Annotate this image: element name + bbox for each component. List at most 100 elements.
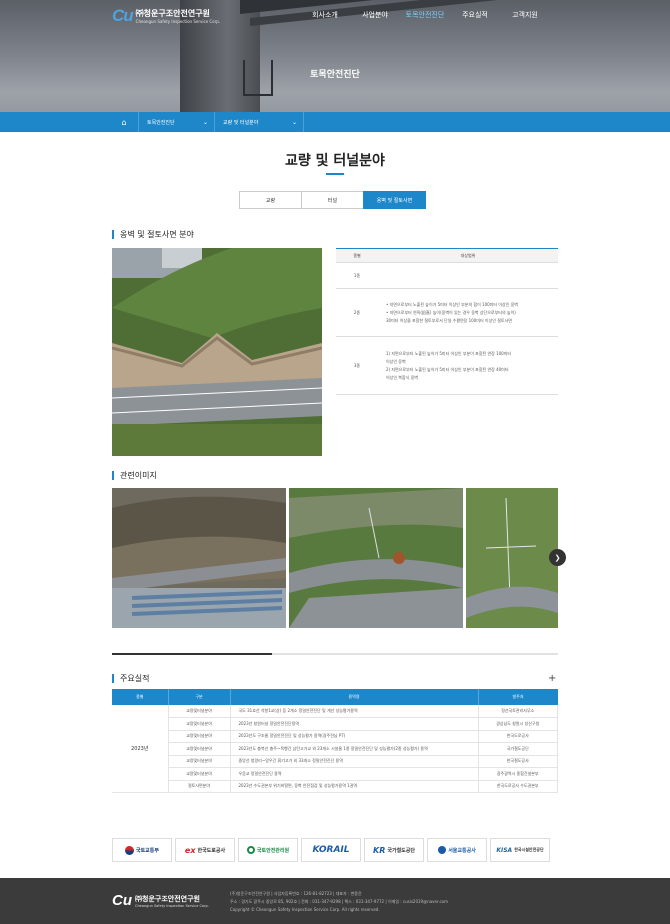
perf-header-name: 용역명 (230, 689, 479, 705)
grade-cell: 3종 (336, 336, 378, 395)
scope-line: 2) 지면으로부터 노출된 높이가 5미터 이상인 부분이 포함된 연장 40미… (386, 366, 509, 372)
type-cell: 교량및터널분야 (168, 742, 231, 756)
table-row: 3종 1) 지면으로부터 노출된 높이가 5미터 이상인 부분이 포함된 연장 … (336, 336, 558, 395)
nav-item-business[interactable]: 사업분야 (350, 10, 400, 20)
year-cell: 2023년 (112, 705, 169, 793)
project-name-cell: 2023년도 구조물 정밀안전진단 및 성능평가 용역(광주전남 P7) (230, 730, 479, 743)
client-cell: 경상남도 창원시 성산구청 (478, 717, 558, 731)
nav-item-support[interactable]: 고객지원 (500, 10, 550, 20)
client-cell: 한국도로공사 수도권본부 (478, 780, 558, 793)
tab-retaining-wall[interactable]: 옹벽 및 절토사면 (363, 191, 426, 209)
kistec-icon: KISA (496, 846, 513, 854)
client-cell: 한국도로공사 (478, 730, 558, 743)
logo-eng: Cheongun Safety Inspection Service Corp. (135, 19, 221, 24)
section-heading-performance: 주요실적 (112, 674, 149, 683)
footer-copyright: Copyright © Cheongun Safety Inspection S… (230, 907, 380, 912)
client-cell: 정선국토관리사무소 (478, 705, 558, 718)
nav-item-performance[interactable]: 주요실적 (450, 10, 500, 20)
partner-kr[interactable]: KR 국가철도공단 (364, 838, 424, 862)
project-name-cell: 2023년 창원터널 정밀안전진단용역 (230, 717, 479, 731)
type-cell: 교량및터널분야 (168, 767, 231, 781)
scope-line: • 지면으로부터 노출된 높이가 5미터 이상인 부분의 합이 100미터 이상… (386, 301, 518, 307)
grade-cell: 2종 (336, 288, 378, 337)
breadcrumb-level2-label: 교량 및 터널분야 (223, 119, 259, 126)
partner-label: 국토교통부 (135, 847, 159, 854)
partner-label: 서울교통공사 (448, 847, 476, 854)
table-row: 교량및터널분야 2023년 창원터널 정밀안전진단용역 경상남도 창원시 성산구… (112, 717, 558, 731)
partner-label: 국토안전관리원 (256, 847, 290, 854)
table-row: 교량및터널분야 2023년도 구조물 정밀안전진단 및 성능평가 용역(광주전남… (112, 730, 558, 743)
footer-company-line: (주)청운구조안전연구원 | 사업자등록번호 : 126-81-82723 | … (230, 891, 362, 896)
table-header-scope: 대상범위 (378, 248, 558, 263)
client-cell: 광주광역시 종합건설본부 (478, 767, 558, 781)
partner-kistec[interactable]: KISA 한국시설안전공단 (490, 838, 550, 862)
client-cell: 한국철도공사 (478, 755, 558, 768)
scope-line: 이상인 복합식 옹벽 (386, 374, 418, 380)
scope-cell: • 지면으로부터 노출된 높이가 5미터 이상인 부분의 합이 100미터 이상… (378, 288, 558, 337)
type-cell: 교량및터널분야 (168, 717, 231, 731)
table-row: 교량및터널분야 우음교 정밀안전진단 용역 광주광역시 종합건설본부 (112, 767, 558, 781)
table-header-grade: 종별 (336, 248, 378, 263)
chevron-down-icon: ⌄ (202, 118, 208, 126)
retaining-wall-photo (112, 248, 322, 456)
gallery-next-button[interactable]: ❯ (549, 549, 566, 566)
perf-header-client: 발주처 (478, 689, 558, 705)
partner-seoul-metro[interactable]: 서울교통공사 (427, 838, 487, 862)
taegeuk-icon (124, 845, 134, 855)
logo-mark: Cu (112, 892, 132, 909)
project-name-cell: 우음교 정밀안전진단 용역 (230, 767, 479, 781)
partner-kalis[interactable]: 국토안전관리원 (238, 838, 298, 862)
seoul-metro-icon (438, 846, 447, 854)
partner-molit[interactable]: 국토교통부 (112, 838, 172, 862)
table-row: 2종 • 지면으로부터 노출된 높이가 5미터 이상인 부분의 합이 100미터… (336, 288, 558, 337)
partner-ex[interactable]: ex 한국도로공사 (175, 838, 235, 862)
section-heading-related-images: 관련이미지 (112, 471, 157, 480)
image-gallery (112, 488, 558, 628)
grade-cell: 1종 (336, 262, 378, 289)
page-title: 교량 및 터널분야 (285, 153, 385, 169)
logo-name: ㈜청운구조안전연구원 (135, 9, 210, 18)
nav-item-civil-safety[interactable]: 토목안전진단 (400, 10, 450, 20)
gallery-image[interactable] (112, 488, 286, 628)
project-name-cell: 2023년 수도권본부 위기비탈면, 옹벽 안전점검 및 성능평가용역 1권역 (230, 780, 479, 793)
breadcrumb-level1[interactable]: 토목안전진단 ⌄ (138, 112, 214, 132)
site-logo[interactable]: Cu ㈜청운구조안전연구원 Cheongun Safety Inspection… (112, 6, 220, 26)
tab-tunnel[interactable]: 터널 (301, 191, 364, 209)
breadcrumb: ⌂ 토목안전진단 ⌄ 교량 및 터널분야 ⌄ (0, 112, 670, 132)
table-row: 절토사면분야 2023년 수도권본부 위기비탈면, 옹벽 안전점검 및 성능평가… (112, 780, 558, 793)
table-row: 2023년 교량및터널분야 국도 31호선 석항1교(상) 등 2개소 정밀안전… (112, 705, 558, 793)
gallery-image[interactable] (289, 488, 463, 628)
project-name-cell: 2023년도 충북선 충주~목행간 삼탄고가교 외 23개소 시설물 1종 정밀… (230, 742, 479, 756)
kalis-icon (246, 846, 255, 854)
main-nav: 회사소개 사업분야 토목안전진단 주요실적 고객지원 (300, 10, 550, 20)
footer-logo: Cu ㈜청운구조안전연구원 Cheongun Safety Inspection… (112, 892, 209, 909)
table-row: 교량및터널분야 2023년도 충북선 충주~목행간 삼탄고가교 외 23개소 시… (112, 742, 558, 756)
more-plus-icon[interactable]: + (548, 673, 556, 684)
scope-line: 30미터 이상을 포함한 절토부로서 단일 수평연장 100미터 이상인 절토사… (386, 317, 512, 323)
hero-title: 토목안전진단 (310, 70, 360, 80)
table-row: 교량및터널분야 중앙선 청량리~망우간 휘기고가 외 33개소 정밀안전진단 용… (112, 755, 558, 768)
title-underline (326, 173, 344, 175)
project-name-cell: 중앙선 청량리~망우간 휘기고가 외 33개소 정밀안전진단 용역 (230, 755, 479, 768)
kr-icon: KR (373, 845, 386, 855)
tab-bridge[interactable]: 교량 (239, 191, 302, 209)
scope-cell: 1) 지면으로부터 노출된 높이가 5미터 이상인 부분이 포함된 연장 100… (378, 336, 558, 395)
gallery-image[interactable] (466, 488, 558, 628)
logo-mark: Cu (112, 6, 134, 25)
classification-table: 종별 대상범위 1종 2종 • 지면으로부터 노출된 높이가 5미터 이상인 부… (336, 248, 558, 395)
sub-tabs: 교량 터널 옹벽 및 절토사면 (239, 191, 426, 209)
footer-address-line: 주소 : 경기도 광주시 중앙로 85, 902호 | 전화 : 031-347… (230, 899, 449, 904)
footer-info: (주)청운구조안전연구원 | 사업자등록번호 : 126-81-82723 | … (230, 890, 448, 914)
home-icon[interactable]: ⌂ (112, 112, 136, 132)
logo-eng: Cheongun Safety Inspection Service Corp. (135, 903, 209, 908)
project-name-cell: 국도 31호선 석항1교(상) 등 2개소 정밀안전진단 및 개선 성능평가용역 (230, 705, 479, 718)
partner-logos: 국토교통부 ex 한국도로공사 국토안전관리원 KORAIL KR 국가철도공단… (112, 838, 550, 862)
type-cell: 교량및터널분야 (168, 730, 231, 743)
breadcrumb-level2[interactable]: 교량 및 터널분야 ⌄ (214, 112, 304, 132)
scope-line: • 지면으로부터 연직(鉛直) 높이(옹벽이 있는 경우 옹벽 상단으로부터의 … (386, 309, 516, 315)
nav-item-company[interactable]: 회사소개 (300, 10, 350, 20)
chevron-down-icon: ⌄ (291, 118, 297, 126)
gallery-progress (112, 653, 558, 655)
perf-header-type: 구분 (168, 689, 231, 705)
partner-korail[interactable]: KORAIL (301, 838, 361, 862)
